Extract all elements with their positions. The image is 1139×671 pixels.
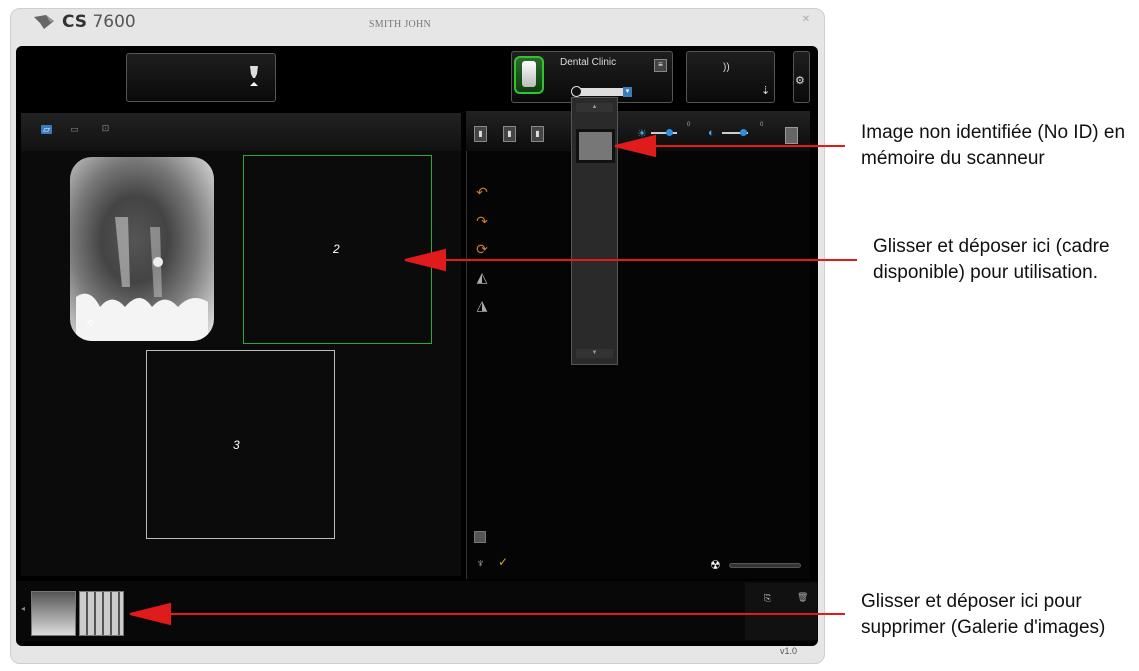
memory-scroll-down[interactable]: ▼ xyxy=(576,349,613,358)
flip-horizontal-icon[interactable]: ◭ xyxy=(474,269,490,285)
image-viewer-panel xyxy=(466,111,810,579)
slot-2-number: 2 xyxy=(333,242,340,256)
brightness-slider[interactable] xyxy=(651,132,677,134)
unidentified-image-thumbnail[interactable] xyxy=(576,129,615,163)
memory-scroll-up[interactable]: ▲ xyxy=(576,103,613,112)
annotation-available-frame: Glisser et déposer ici (cadre disponible… xyxy=(873,236,1110,283)
brand-title: CS 7600 xyxy=(62,12,136,32)
tooth-view-icon[interactable]: ▮ xyxy=(474,126,487,142)
clinic-label: Dental Clinic xyxy=(560,57,617,68)
version-label: v1.0 xyxy=(780,646,798,656)
wifi-icon: )) xyxy=(723,62,730,73)
panel-toggle-button[interactable] xyxy=(785,127,798,144)
memory-dropdown-button[interactable]: ▾ xyxy=(623,87,632,97)
contrast-icon: ◐ xyxy=(708,127,715,139)
tooth-icon[interactable]: ♆ xyxy=(476,556,485,570)
gallery-prev-icon[interactable]: ◂ xyxy=(21,604,25,613)
patient-name: SMITH JOHN xyxy=(368,19,432,30)
slot-3-number: 3 xyxy=(233,438,240,452)
trash-icon[interactable]: 🗑 xyxy=(797,592,808,603)
tooth-upper-icon[interactable]: ▮ xyxy=(503,126,516,142)
contrast-slider-knob[interactable] xyxy=(740,129,747,136)
add-image-icon[interactable]: ⊡ xyxy=(100,124,111,133)
close-icon[interactable]: ✕ xyxy=(801,15,811,25)
export-icon[interactable]: ⎘ xyxy=(764,593,771,604)
menu-icon[interactable]: ≡ xyxy=(654,59,667,72)
rotate-180-icon[interactable]: ⟳ xyxy=(474,241,490,257)
brightness-slider-knob[interactable] xyxy=(666,129,673,136)
scanner-progress-knob xyxy=(571,86,582,97)
rotate-right-icon[interactable]: ↷ xyxy=(474,213,490,229)
tooth-chart-button[interactable] xyxy=(126,53,276,102)
gallery-thumbnail[interactable] xyxy=(79,591,124,636)
dose-bar xyxy=(729,563,801,568)
flip-vertical-icon[interactable]: ◮ xyxy=(474,297,490,313)
settings-button[interactable]: ⚙ xyxy=(793,51,810,103)
brightness-icon: ☀ xyxy=(637,128,647,140)
rotate-icon[interactable]: ⟲ xyxy=(86,318,94,329)
xray-image-slot-1[interactable] xyxy=(70,157,214,341)
rotate-left-icon[interactable]: ↶ xyxy=(474,184,490,200)
xray-roots xyxy=(76,217,208,341)
image-slot-3[interactable] xyxy=(146,350,335,539)
tooth-lower-icon[interactable]: ▮ xyxy=(531,126,544,142)
layout-toolbar xyxy=(21,113,461,151)
logo-icon xyxy=(34,15,54,29)
connection-button[interactable]: )) ⇣ xyxy=(686,51,775,103)
gallery-thumbnail[interactable] xyxy=(31,591,76,636)
brightness-value: 0 xyxy=(687,122,691,128)
tooth-annotate-icon[interactable]: ✓ xyxy=(498,555,508,569)
contrast-value: 0 xyxy=(760,122,764,128)
tooth-icon xyxy=(250,66,258,86)
annotation-memory: Image non identifiée (No ID) en mémoire … xyxy=(861,122,1126,169)
annotation-gallery: Glisser et déposer ici pour supprimer (G… xyxy=(861,591,1106,638)
fit-to-window-icon[interactable] xyxy=(474,531,486,543)
scanner-device-screen xyxy=(522,61,536,87)
image-gallery xyxy=(16,581,818,641)
usb-icon: ⇣ xyxy=(761,85,771,97)
layout-icon[interactable]: ▱ xyxy=(41,125,52,134)
image-icon[interactable]: ▭ xyxy=(69,125,80,134)
radiation-icon: ☢ xyxy=(710,558,721,572)
gear-icon: ⚙ xyxy=(795,75,805,87)
